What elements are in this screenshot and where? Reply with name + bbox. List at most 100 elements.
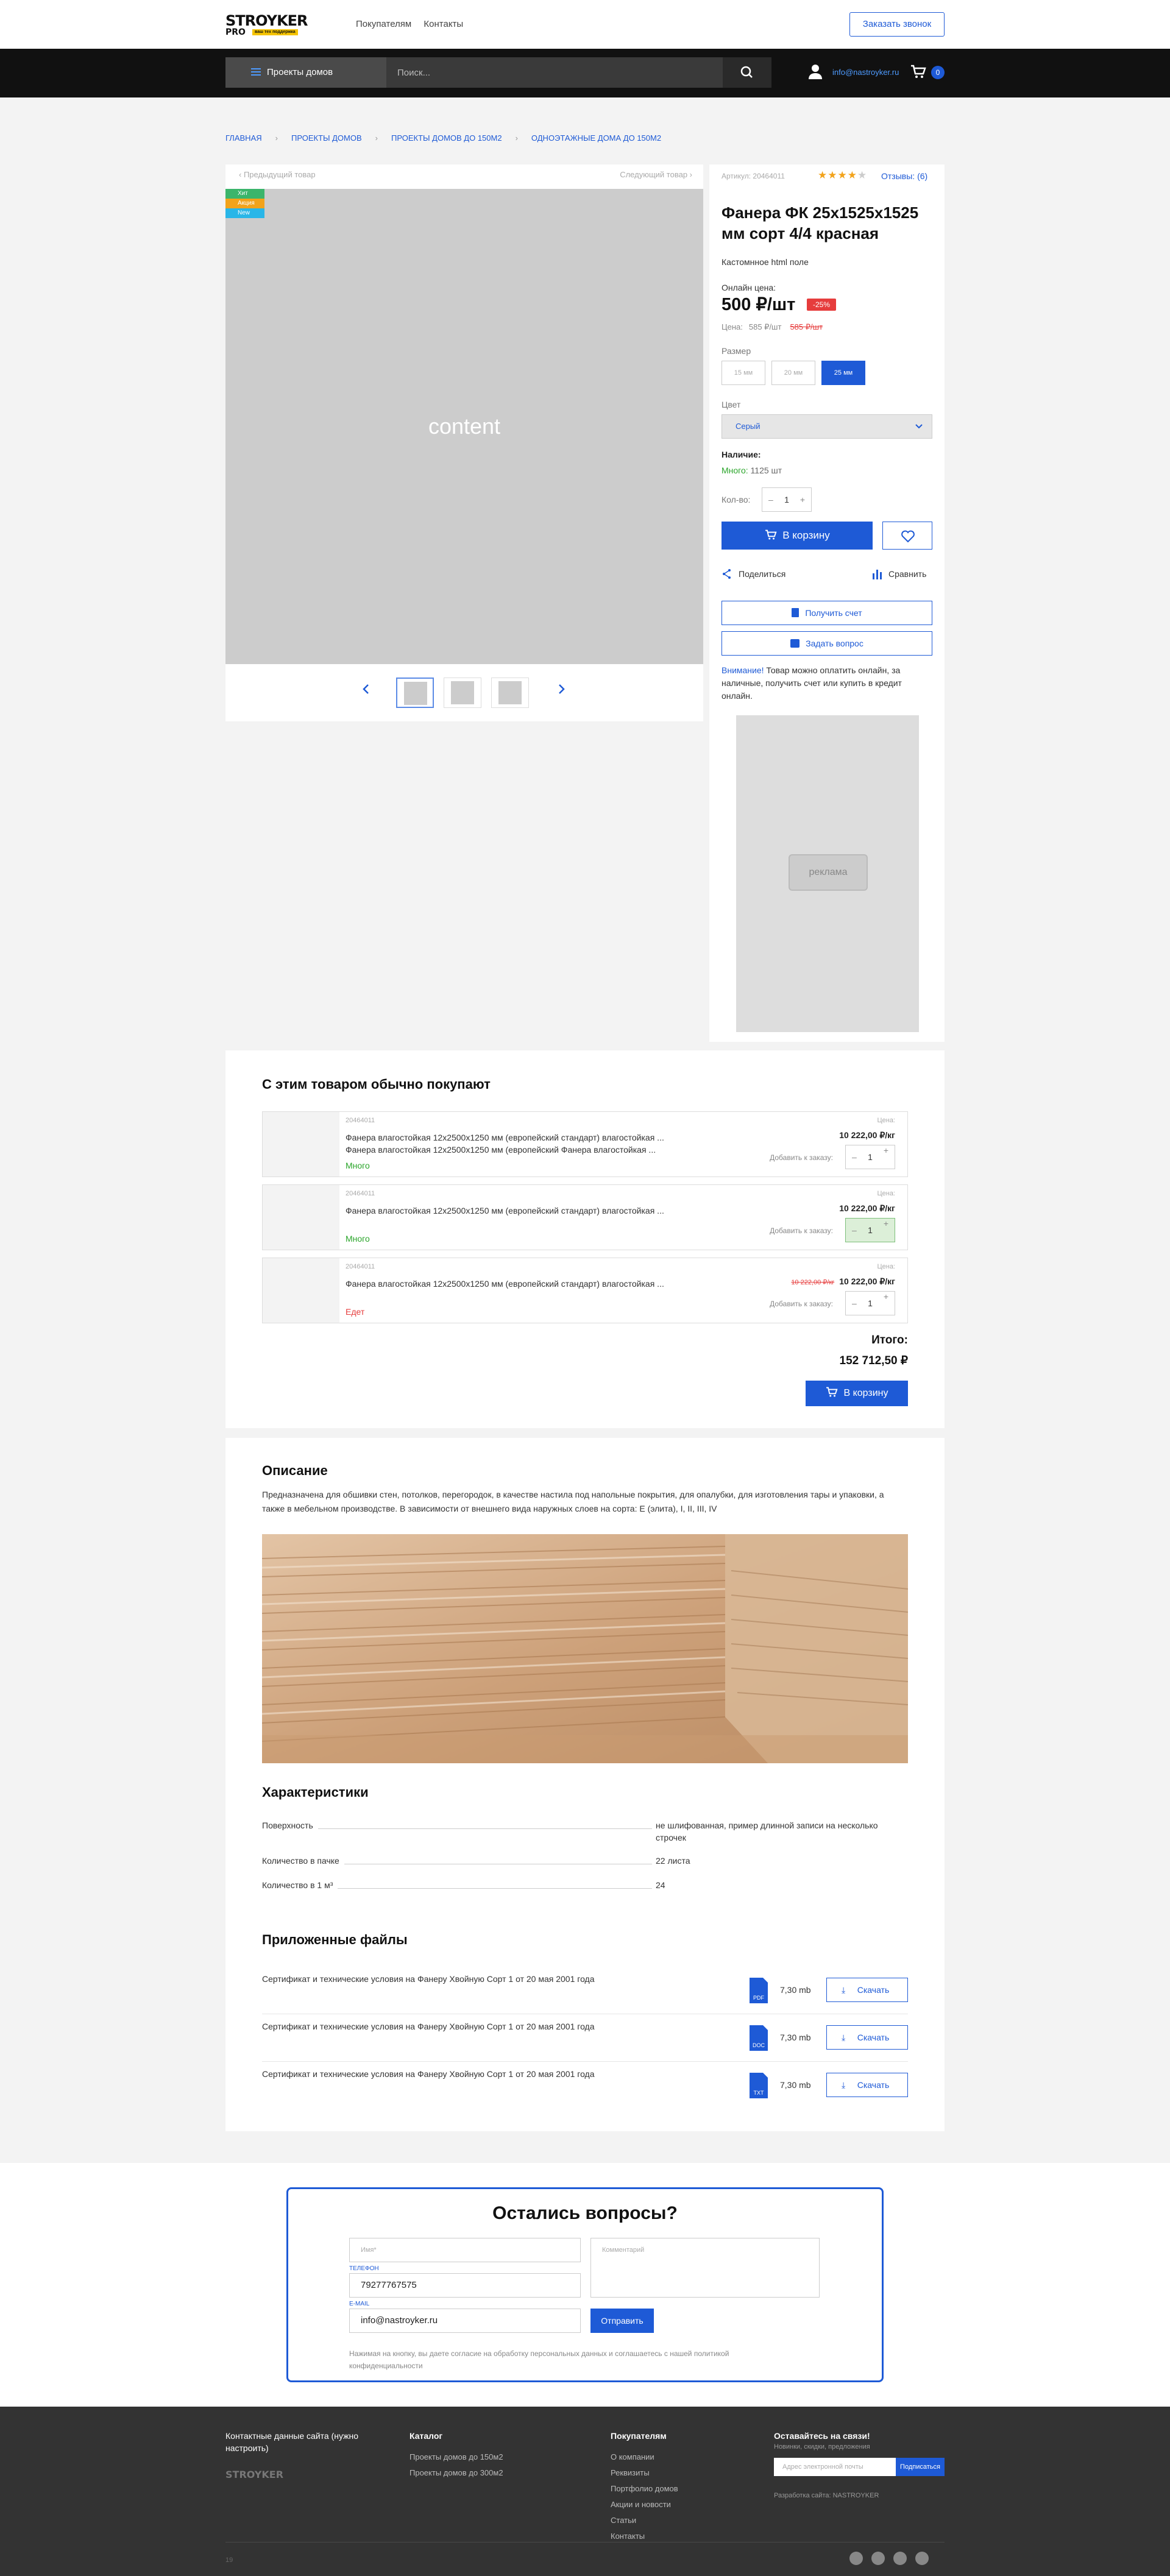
plus-icon[interactable]: + (800, 488, 805, 511)
breadcrumb-one-storey[interactable]: ОДНОЭТАЖНЫЕ ДОМА ДО 150М2 (531, 133, 661, 143)
favorite-button[interactable] (882, 522, 932, 550)
file-size: 7,30 mb (780, 2033, 811, 2042)
product-thumbnail[interactable] (263, 1258, 339, 1323)
main-product-image[interactable]: content (225, 189, 703, 664)
name-input[interactable]: Имя* (349, 2238, 581, 2262)
download-button[interactable]: ⤓ Скачать (826, 2025, 908, 2050)
site-logo[interactable]: STROYKER PRO ваш тех поддержка (225, 13, 329, 37)
subscribe-button[interactable]: Подписаться (896, 2458, 945, 2476)
product-thumbnail[interactable] (263, 1185, 339, 1250)
item-price-label: Цена: (877, 1117, 895, 1124)
thumbnail-3[interactable] (491, 678, 529, 708)
page: { "header": { "logo_main": "STROYKER", "… (0, 0, 1170, 2576)
odnoklassniki-icon[interactable] (849, 2552, 863, 2565)
thumbnail-2[interactable] (444, 678, 481, 708)
bar-chart-icon (873, 570, 882, 579)
policy-text: Нажимая на кнопку, вы даете согласие на … (349, 2349, 729, 2370)
footer-link[interactable]: Портфолио домов (611, 2481, 678, 2497)
user-icon[interactable] (807, 63, 824, 80)
download-button[interactable]: ⤓ Скачать (826, 1978, 908, 2002)
quantity-stepper[interactable]: –1 + (845, 1218, 895, 1242)
add-to-cart-button[interactable]: В корзину (722, 522, 873, 550)
comment-textarea[interactable]: Комментарий (590, 2238, 820, 2298)
size-option-20[interactable]: 20 мм (771, 361, 815, 385)
breadcrumb-projects[interactable]: ПРОЕКТЫ ДОМОВ (291, 133, 362, 143)
add-all-to-cart-button[interactable]: В корзину (806, 1381, 908, 1406)
spec-value: 22 листа (656, 1856, 690, 1866)
footer-link[interactable]: Реквизиты (611, 2465, 678, 2481)
reviews-link[interactable]: Отзывы: (6) (881, 171, 927, 182)
get-invoice-button[interactable]: Получить счет (722, 601, 932, 625)
footer-buyers: Покупателям О компании Реквизиты Портфол… (611, 2430, 678, 2544)
thumbnail-1[interactable] (396, 678, 434, 708)
size-option-25[interactable]: 25 мм (821, 361, 865, 385)
footer-link[interactable]: Проекты домов до 150м2 (410, 2449, 503, 2465)
order-call-button[interactable]: Заказать звонок (849, 12, 945, 37)
size-option-15[interactable]: 15 мм (722, 361, 765, 385)
next-product-link[interactable]: Следующий товар › (620, 169, 692, 180)
chevron-left-icon[interactable] (360, 682, 373, 696)
footer-catalog-title: Каталог (410, 2431, 443, 2441)
footer-logo[interactable]: STROYKER (225, 2469, 283, 2481)
email-input[interactable]: info@nastroyker.ru (349, 2309, 581, 2333)
link-buyers[interactable]: Покупателям (356, 19, 411, 29)
twitter-icon[interactable] (871, 2552, 885, 2565)
top-links: Покупателям Контакты (356, 18, 473, 30)
item-stock-status: Едет (346, 1307, 365, 1317)
files-title: Приложенные файлы (262, 1932, 408, 1947)
item-name[interactable]: Фанера влагостойкая 12х2500х1250 мм (евр… (346, 1278, 687, 1290)
chevron-right-icon[interactable] (555, 682, 568, 696)
ad-banner[interactable]: реклама (736, 715, 919, 1032)
newsletter-email-input[interactable]: Адрес электронной почты (774, 2458, 896, 2476)
item-name[interactable]: Фанера влагостойкая 12х2500х1250 мм (евр… (346, 1205, 687, 1217)
badge-new: New (225, 208, 264, 218)
quantity-stepper[interactable]: –1 + (762, 487, 812, 512)
item-name[interactable]: Фанера влагостойкая 12х2500х1250 мм (евр… (346, 1131, 687, 1156)
catalog-button-label: Проекты домов (267, 67, 333, 77)
file-name: Сертификат и технические условия на Фане… (262, 2022, 595, 2031)
ask-question-button[interactable]: Задать вопрос (722, 631, 932, 656)
availability-label: Наличие: (722, 450, 761, 459)
share-button[interactable]: Поделиться (722, 568, 785, 580)
plus-icon[interactable]: + (884, 1292, 888, 1301)
footer-link[interactable]: Акции и новости (611, 2497, 678, 2513)
youtube-icon[interactable] (893, 2552, 907, 2565)
chevron-down-icon (915, 424, 923, 429)
header-email[interactable]: info@nastroyker.ru (832, 67, 899, 78)
product-thumbnail[interactable] (263, 1112, 339, 1177)
color-select[interactable]: Серый (722, 414, 932, 439)
breadcrumb-projects-150[interactable]: ПРОЕКТЫ ДОМОВ ДО 150М2 (391, 133, 502, 143)
vk-icon[interactable] (915, 2552, 929, 2565)
price-label: Цена: (722, 322, 743, 331)
breadcrumb-home[interactable]: ГЛАВНАЯ (225, 133, 262, 143)
footer: Контактные данные сайта (нужно настроить… (0, 2407, 1170, 2576)
search-input[interactable] (386, 57, 720, 88)
payment-note: Внимание! Товар можно оплатить онлайн, з… (722, 664, 932, 702)
cart-icon (765, 529, 777, 540)
download-button[interactable]: ⤓ Скачать (826, 2073, 908, 2097)
link-contacts[interactable]: Контакты (424, 19, 463, 29)
developer-credit[interactable]: Разработка сайта: NASTROYKER (774, 2491, 879, 2500)
breadcrumb-separator-icon: › (375, 133, 378, 143)
prev-product-link[interactable]: ‹ Предыдущий товар (239, 169, 316, 180)
share-icon (723, 569, 731, 579)
catalog-button[interactable]: Проекты домов (225, 57, 405, 88)
plus-icon[interactable]: + (884, 1145, 888, 1155)
total-value: 152 712,50 ₽ (839, 1354, 908, 1367)
quantity-stepper[interactable]: –1 + (845, 1291, 895, 1315)
cart-icon[interactable] (910, 65, 926, 79)
quantity-stepper[interactable]: –1 + (845, 1145, 895, 1169)
breadcrumb-separator-icon: › (275, 133, 278, 143)
list-item: 20464011 Фанера влагостойкая 12х2500х125… (262, 1258, 908, 1323)
compare-button[interactable]: Сравнить (871, 568, 926, 580)
search-bar (386, 57, 771, 88)
item-price: 10 222,00 ₽/кг 10 222,00 ₽/кг (791, 1275, 895, 1289)
phone-input[interactable]: 79277767575 (349, 2273, 581, 2298)
search-button[interactable] (723, 57, 771, 88)
plus-icon[interactable]: + (884, 1219, 888, 1228)
footer-link[interactable]: Статьи (611, 2513, 678, 2528)
footer-link[interactable]: Проекты домов до 300м2 (410, 2465, 503, 2481)
footer-link[interactable]: О компании (611, 2449, 678, 2465)
send-button[interactable]: Отправить (590, 2309, 654, 2333)
online-price-label: Онлайн цена: (722, 283, 776, 292)
